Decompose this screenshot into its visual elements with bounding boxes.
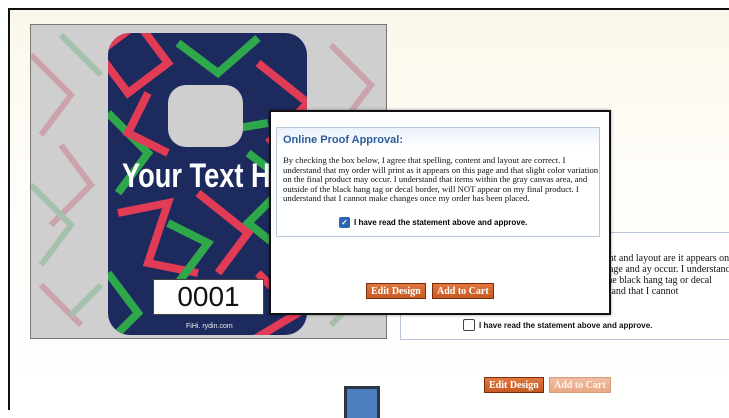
add-to-cart-button[interactable]: Add to Cart [432,283,494,299]
proof-approval-modal: Online Proof Approval: By checking the b… [269,110,611,315]
hang-tag-number: 0001 [153,279,264,315]
proof-approval-header: Online Proof Approval: [277,128,599,148]
proof-approval-statement: By checking the box below, I agree that … [283,155,599,204]
hang-tag-footer-url: FiHi. rydin.com [186,323,233,330]
approve-checkbox[interactable]: ✓ I have read the statement above and ap… [339,217,527,228]
hang-tag-text: Your Text He [122,157,286,195]
checkbox-unchecked-icon[interactable] [463,319,475,331]
approve-checkbox-label: I have read the statement above and appr… [354,218,528,227]
design-page: Your Text He 0001 FiHi. rydin.com conten… [8,8,729,418]
background-approve-checkbox[interactable]: I have read the statement above and appr… [463,319,652,331]
color-swatch[interactable] [344,386,380,418]
proof-approval-panel: Online Proof Approval: By checking the b… [276,127,600,237]
hang-tag-hole [168,85,243,147]
proof-approval-title: Online Proof Approval: [283,134,403,146]
edit-design-button[interactable]: Edit Design [366,283,426,299]
checkmark-icon[interactable]: ✓ [339,217,350,228]
background-approve-label: I have read the statement above and appr… [479,320,653,330]
background-add-to-cart-button[interactable]: Add to Cart [549,377,611,393]
background-edit-design-button[interactable]: Edit Design [484,377,544,393]
